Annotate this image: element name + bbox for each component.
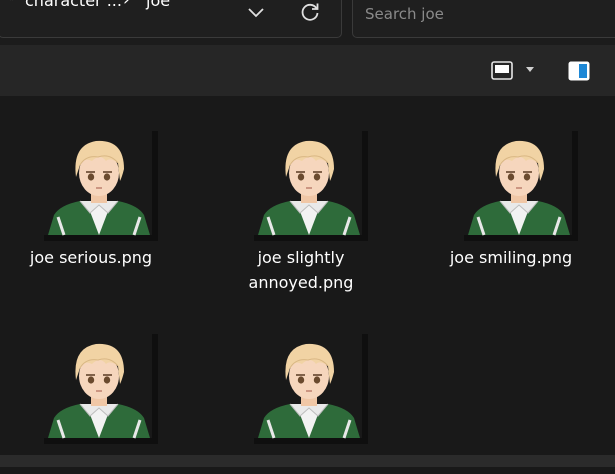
file-item[interactable] <box>226 334 376 474</box>
file-name: joe smiling.png <box>449 248 573 267</box>
breadcrumb-current[interactable]: joe <box>146 0 170 10</box>
breadcrumb-overflow-icon[interactable]: « <box>7 0 14 4</box>
breadcrumb-separator-icon[interactable]: › <box>123 0 130 10</box>
breadcrumb-parent[interactable]: character ... <box>25 0 122 10</box>
address-history-button[interactable] <box>244 2 268 22</box>
horizontal-scrollbar[interactable] <box>0 455 615 467</box>
file-item[interactable]: joe smiling.png <box>436 131 586 271</box>
file-thumbnail <box>40 334 158 444</box>
address-bar[interactable]: « character ... › joe <box>0 0 342 38</box>
search-input[interactable] <box>363 1 615 27</box>
file-thumbnail <box>460 131 578 241</box>
command-bar <box>0 45 615 96</box>
chevron-down-icon <box>248 8 264 18</box>
file-thumbnail <box>250 131 368 241</box>
layout-dropdown-chevron-icon[interactable] <box>526 67 534 72</box>
file-thumbnail <box>250 334 368 444</box>
file-thumbnail <box>40 131 158 241</box>
refresh-button[interactable] <box>298 0 322 24</box>
file-grid: joe serious.png joe slightly annoyed.png j… <box>0 96 615 467</box>
layout-icon <box>491 61 513 80</box>
file-item[interactable]: joe slightly annoyed.png <box>226 131 376 292</box>
refresh-icon <box>301 3 319 21</box>
address-bar-region: « character ... › joe <box>0 0 615 45</box>
details-pane-button[interactable] <box>567 60 591 82</box>
search-box[interactable] <box>352 0 615 38</box>
file-name: joe slightly annoyed.png <box>248 248 354 292</box>
layout-button[interactable] <box>490 60 514 82</box>
details-pane-icon <box>568 61 590 81</box>
file-name: joe serious.png <box>29 248 153 267</box>
file-item[interactable]: joe serious.png <box>16 131 166 271</box>
file-item[interactable] <box>16 334 166 474</box>
